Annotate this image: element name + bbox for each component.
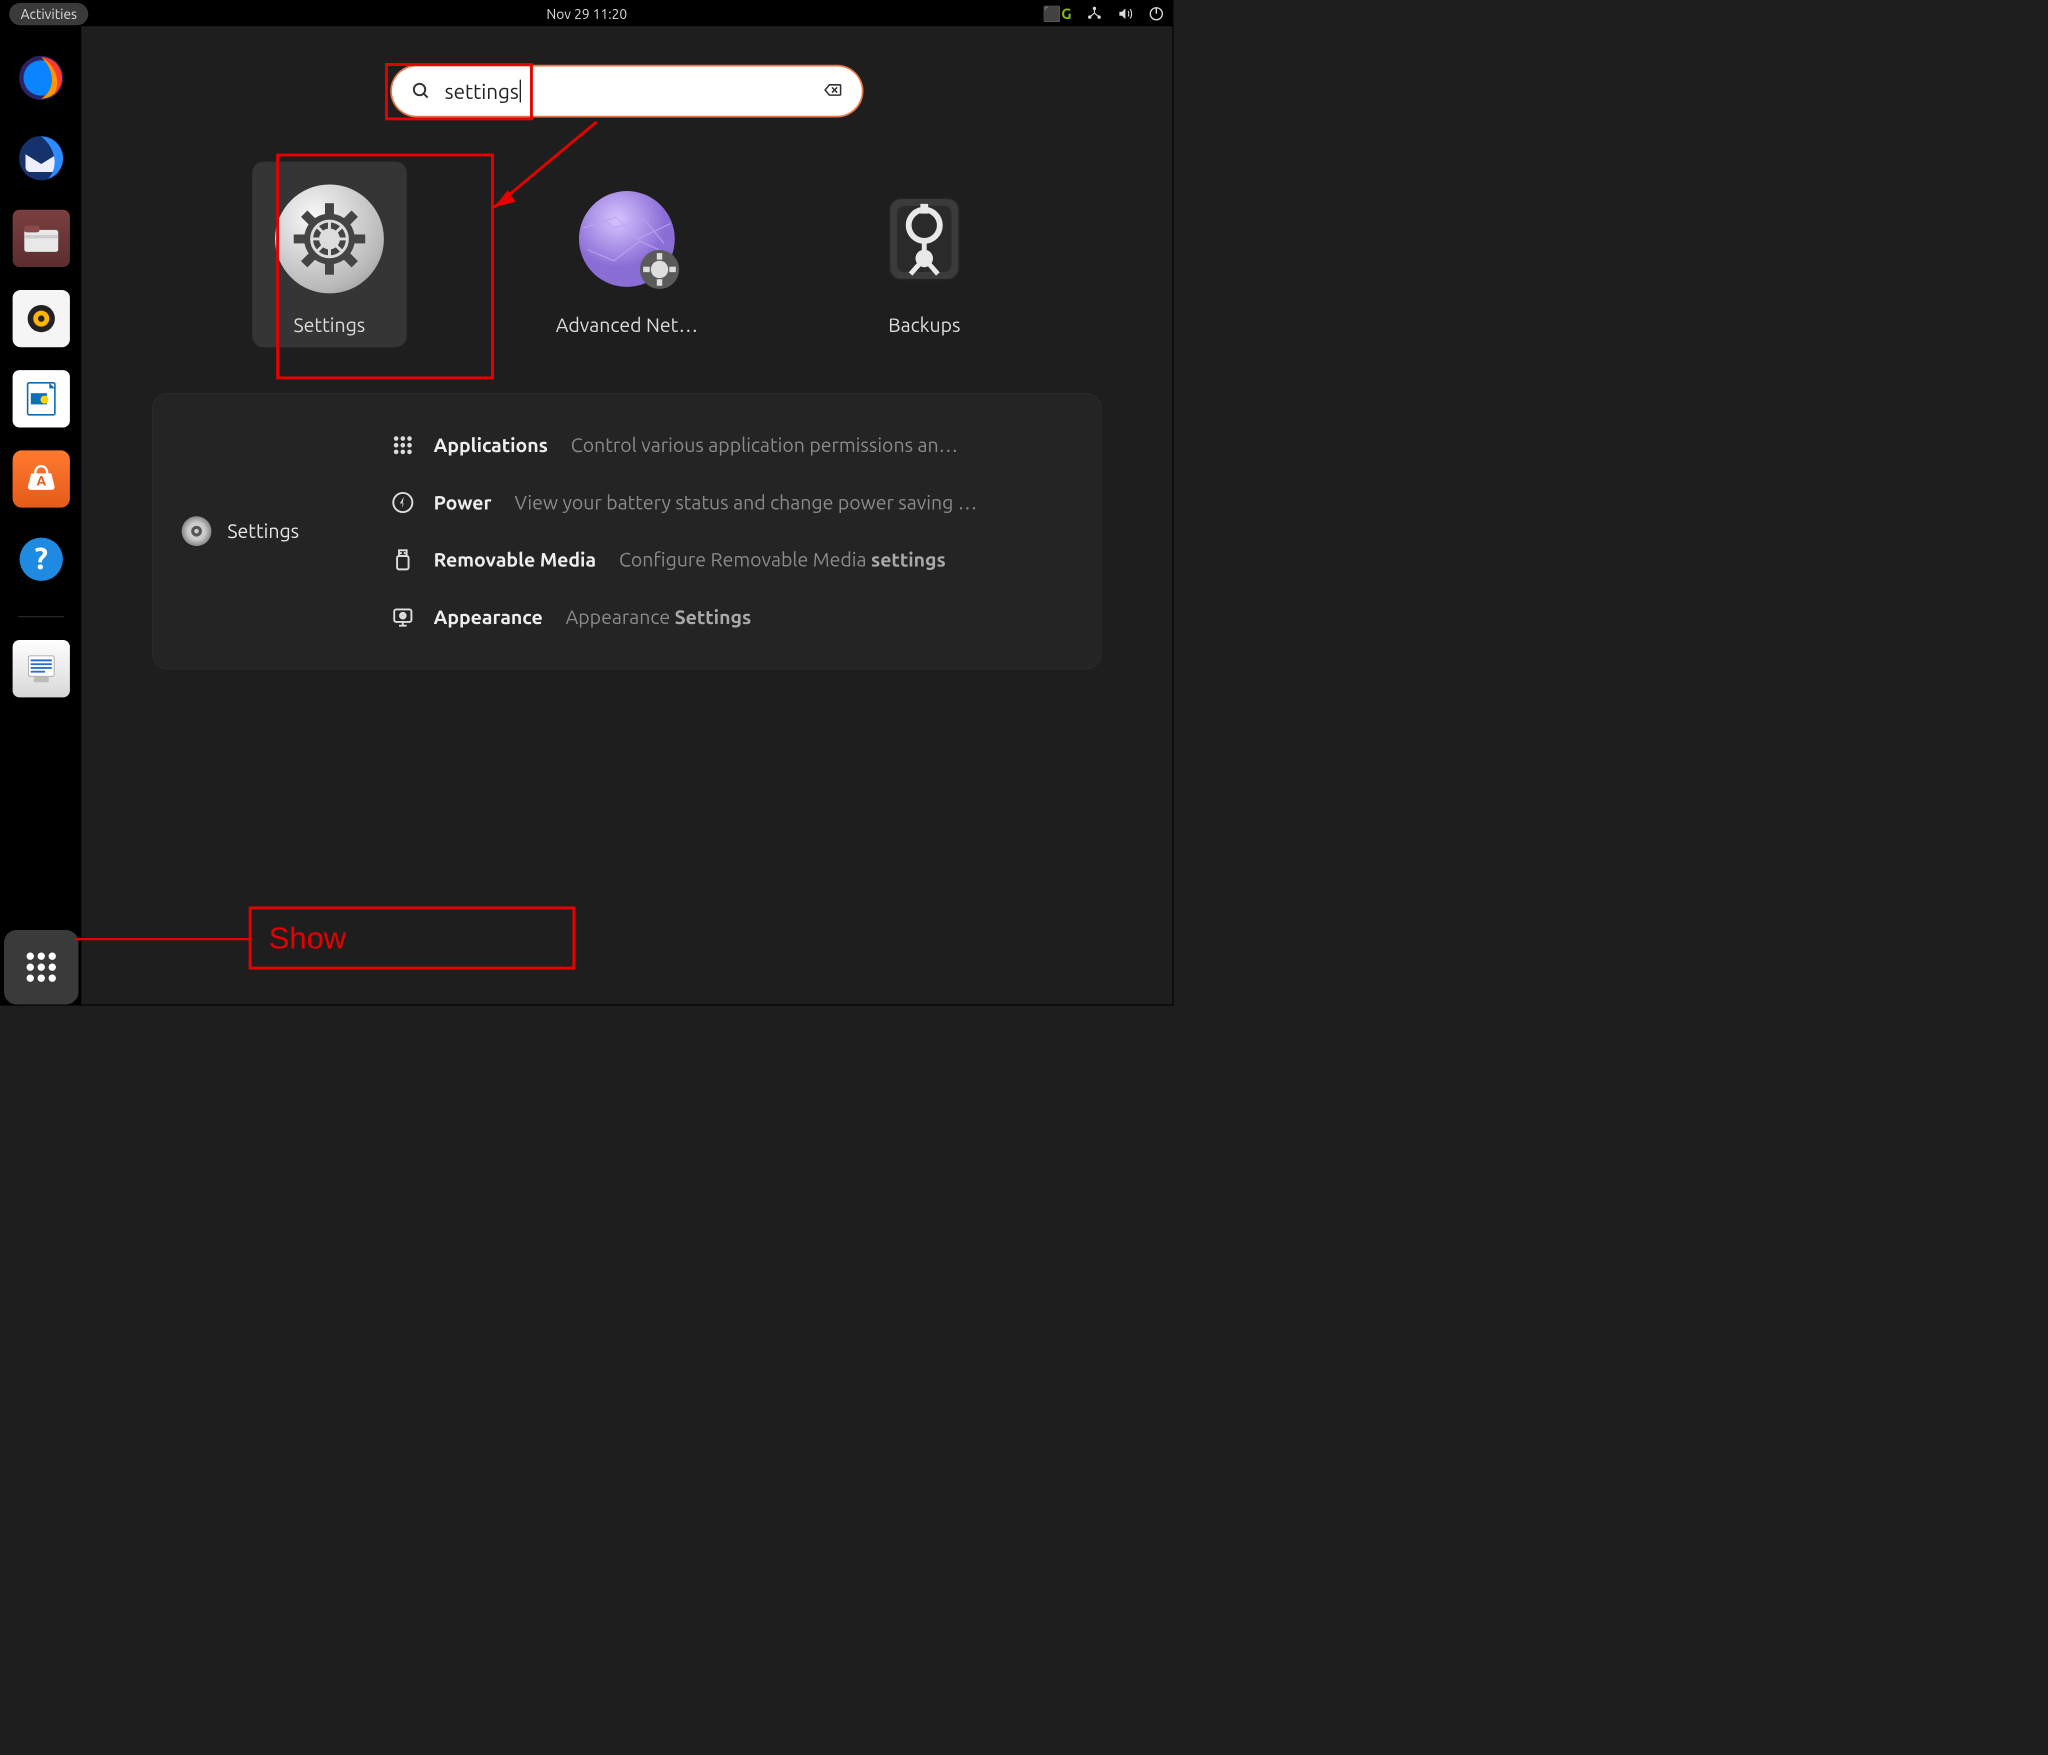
dock-divider <box>18 617 64 618</box>
row-description: Control various application permissions … <box>571 434 958 456</box>
activities-overview: settings Settings Advanced Net… <box>81 26 1172 1004</box>
text-cursor <box>520 80 521 103</box>
show-applications-button[interactable] <box>4 930 78 1004</box>
search-text: settings <box>445 79 519 102</box>
dock-texteditor-icon[interactable] <box>13 640 70 697</box>
app-results: Settings Advanced Net… Backups <box>163 162 1090 348</box>
dock-thunderbird-icon[interactable] <box>13 129 70 186</box>
gear-icon <box>182 516 212 546</box>
result-label: Backups <box>888 314 960 336</box>
dock-files-icon[interactable] <box>13 210 70 267</box>
settings-row-appearance[interactable]: Appearance Appearance Settings <box>388 588 1072 645</box>
power-icon <box>388 488 418 518</box>
search-input[interactable]: settings <box>445 79 822 102</box>
system-indicators[interactable]: ⬛G <box>1043 5 1165 23</box>
settings-search-results: Settings Applications Control various ap… <box>152 393 1101 669</box>
volume-icon[interactable] <box>1117 6 1133 22</box>
row-label: Appearance <box>434 606 543 628</box>
dock: A ? <box>1 26 81 1004</box>
result-backups[interactable]: Backups <box>847 162 1002 348</box>
row-description: Appearance Settings <box>566 606 752 628</box>
row-description: View your battery status and change powe… <box>514 492 977 514</box>
network-settings-icon <box>567 179 687 299</box>
search-icon <box>411 81 430 100</box>
dock-help-icon[interactable]: ? <box>13 531 70 588</box>
dock-rhythmbox-icon[interactable] <box>13 290 70 347</box>
search-bar[interactable]: settings <box>392 66 862 115</box>
network-icon[interactable] <box>1086 6 1102 22</box>
row-description: Configure Removable Media settings <box>619 549 946 571</box>
svg-text:?: ? <box>35 541 48 575</box>
settings-icon <box>269 179 389 299</box>
settings-row-power[interactable]: Power View your battery status and chang… <box>388 474 1072 531</box>
row-label: Applications <box>434 434 548 456</box>
dock-libreoffice-writer-icon[interactable] <box>13 370 70 427</box>
svg-text:A: A <box>36 472 46 488</box>
settings-row-applications[interactable]: Applications Control various application… <box>388 417 1072 474</box>
backups-icon <box>864 179 984 299</box>
clock[interactable]: Nov 29 11:20 <box>546 6 627 21</box>
clear-search-icon[interactable] <box>822 80 843 103</box>
indicator-icon[interactable]: ⬛G <box>1043 5 1072 23</box>
usb-icon <box>388 545 418 575</box>
result-advanced-network[interactable]: Advanced Net… <box>539 162 716 348</box>
settings-row-removable-media[interactable]: Removable Media Configure Removable Medi… <box>388 531 1072 588</box>
result-settings[interactable]: Settings <box>252 162 407 348</box>
top-bar: Activities Nov 29 11:20 ⬛G <box>1 1 1172 26</box>
category-heading[interactable]: Settings <box>182 516 388 546</box>
power-icon[interactable] <box>1148 6 1164 22</box>
result-label: Advanced Net… <box>556 314 698 336</box>
result-label: Settings <box>293 314 365 336</box>
activities-button[interactable]: Activities <box>9 3 88 25</box>
row-label: Removable Media <box>434 549 596 571</box>
category-heading-label: Settings <box>227 520 299 542</box>
applications-icon <box>388 430 418 460</box>
dock-firefox-icon[interactable] <box>13 49 70 106</box>
row-label: Power <box>434 492 492 514</box>
dock-software-icon[interactable]: A <box>13 450 70 507</box>
appearance-icon <box>388 602 418 632</box>
